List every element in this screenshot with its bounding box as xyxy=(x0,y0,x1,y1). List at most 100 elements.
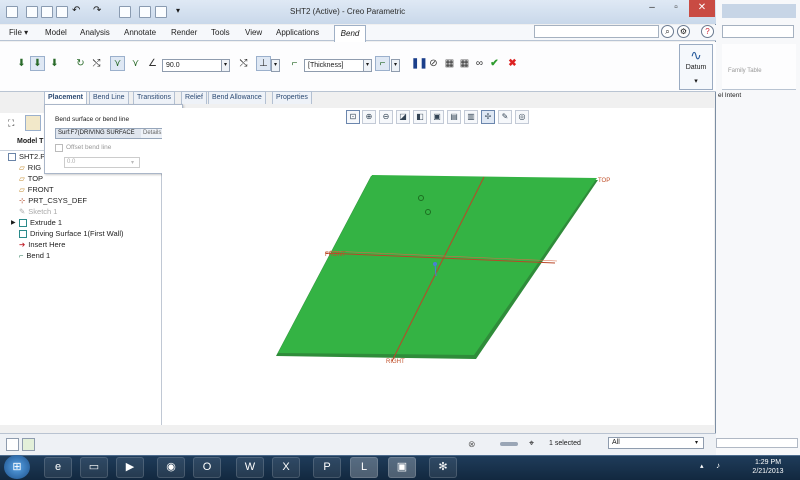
radius-type-icon[interactable]: ⌐ xyxy=(375,56,390,71)
thickness-select[interactable]: [Thickness] xyxy=(304,59,372,72)
tab-analysis[interactable]: Analysis xyxy=(80,28,110,37)
bend-line-icon[interactable]: ⬇ xyxy=(30,56,45,71)
file-menu[interactable]: File ▾ xyxy=(9,28,28,37)
creo-taskbar-icon[interactable]: ▣ xyxy=(388,457,416,478)
ok-check-icon[interactable]: ✔ xyxy=(487,56,502,71)
tab-bend-line[interactable]: Bend Line xyxy=(89,91,129,104)
close-window-icon[interactable] xyxy=(155,6,167,18)
close-button[interactable]: ✕ xyxy=(689,0,715,17)
verify-icon[interactable]: ▦ xyxy=(457,56,472,71)
maximize-button[interactable]: ▫ xyxy=(664,0,688,17)
powerpoint-icon[interactable]: P xyxy=(313,457,341,478)
thickness-dropdown-icon[interactable]: ▾ xyxy=(363,59,372,72)
sheetmetal-plate[interactable] xyxy=(278,175,597,355)
intent-label[interactable]: el Intent xyxy=(718,92,741,99)
search-input[interactable] xyxy=(534,25,659,38)
tab-relief[interactable]: Relief xyxy=(181,91,207,104)
chrome-icon[interactable]: ◉ xyxy=(157,457,185,478)
radius-icon[interactable]: ⊥ xyxy=(256,56,271,71)
tree-item-front-plane[interactable]: ▱ FRONT xyxy=(19,185,54,194)
tree-item-top-plane[interactable]: ▱ TOP xyxy=(19,174,43,183)
excel-icon[interactable]: X xyxy=(272,457,300,478)
lync-icon[interactable]: L xyxy=(350,457,378,478)
radius-type-dropdown-icon[interactable]: ▾ xyxy=(391,59,400,72)
taskbar-clock[interactable]: 1:29 PM 2/21/2013 xyxy=(738,458,798,476)
start-button-icon[interactable]: ⊞ xyxy=(4,455,30,479)
datum-button[interactable]: ∿ Datum ▾ xyxy=(679,44,713,90)
expand-arrow-icon[interactable]: ▶ xyxy=(11,219,16,226)
internet-explorer-icon[interactable]: e xyxy=(44,457,72,478)
browser-toggle-icon[interactable] xyxy=(22,438,35,451)
help-icon[interactable]: ? xyxy=(701,25,714,38)
tab-bend-allowance[interactable]: Bend Allowance xyxy=(208,91,266,104)
windows-icon[interactable] xyxy=(139,6,151,18)
zoom-out-icon[interactable]: ⊖ xyxy=(379,110,393,124)
cancel-x-icon[interactable]: ✖ xyxy=(505,56,520,71)
offset-input[interactable]: 0.0 xyxy=(64,157,140,168)
tab-placement[interactable]: Placement xyxy=(44,91,88,104)
file-explorer-icon[interactable]: ▭ xyxy=(80,457,108,478)
tree-item-driving-surface[interactable]: Driving Surface 1(First Wall) xyxy=(19,229,124,239)
tree-item-right-plane[interactable]: ▱ RIG xyxy=(19,163,41,172)
flip-icon[interactable]: ↻ xyxy=(73,56,88,71)
settings-icon[interactable]: ⚙ xyxy=(677,25,690,38)
tree-item-bend[interactable]: ⌐ Bend 1 xyxy=(19,251,50,260)
view-manager-icon[interactable]: ▤ xyxy=(447,110,461,124)
tab-properties[interactable]: Properties xyxy=(272,91,312,104)
tree-item-extrude[interactable]: Extrude 1 xyxy=(19,218,62,228)
swap-side-icon[interactable]: ⤭ xyxy=(89,56,104,71)
customize-toolbar-chevron-icon[interactable]: ▾ xyxy=(176,6,180,15)
open-file-icon[interactable] xyxy=(41,6,53,18)
tab-annotate[interactable]: Annotate xyxy=(124,28,156,37)
filter-dropdown-icon[interactable]: ▾ xyxy=(695,439,698,446)
angle-input[interactable]: 90.0 xyxy=(162,59,222,72)
saved-views-icon[interactable]: ▣ xyxy=(430,110,444,124)
navigator-toggle-icon[interactable] xyxy=(6,438,19,451)
outlook-icon[interactable]: O xyxy=(193,457,221,478)
spin-center-icon[interactable]: ✢ xyxy=(481,110,495,124)
creo-app-icon[interactable] xyxy=(6,6,18,18)
model-viewport[interactable]: TOP FRONT RIGHT xyxy=(162,126,714,426)
new-file-icon[interactable] xyxy=(26,6,38,18)
redo-icon[interactable]: ↷ xyxy=(93,5,101,16)
model-tree-icon[interactable]: ⛶ xyxy=(8,118,14,129)
undo-icon[interactable]: ↶ xyxy=(72,5,80,16)
tab-render[interactable]: Render xyxy=(171,28,197,37)
media-player-icon[interactable]: ▶ xyxy=(116,457,144,478)
find-icon[interactable]: ⌖ xyxy=(529,438,534,449)
bend-outside-icon[interactable]: ⋎ xyxy=(128,56,143,71)
offset-checkbox[interactable] xyxy=(55,144,63,152)
bend-inside-icon[interactable]: ⋎ xyxy=(110,56,125,71)
angle-dropdown-icon[interactable]: ▾ xyxy=(221,59,230,72)
repaint-icon[interactable]: ◪ xyxy=(396,110,410,124)
tab-transitions[interactable]: Transitions xyxy=(133,91,175,104)
volume-icon[interactable]: ♪ xyxy=(716,461,720,470)
show-hidden-icons[interactable]: ▴ xyxy=(700,462,704,470)
tab-bend[interactable]: Bend xyxy=(334,25,366,42)
selection-filter-select[interactable]: All xyxy=(608,437,704,449)
no-preview-icon[interactable]: ⊘ xyxy=(426,56,441,71)
minimize-button[interactable]: ‒ xyxy=(640,0,664,17)
tab-applications[interactable]: Applications xyxy=(276,28,319,37)
datum-display-icon[interactable]: ▥ xyxy=(464,110,478,124)
offset-dropdown-icon[interactable]: ▾ xyxy=(131,159,134,166)
family-table-label[interactable]: Family Table xyxy=(728,68,762,75)
word-icon[interactable]: W xyxy=(236,457,264,478)
display-style-icon[interactable]: ◧ xyxy=(413,110,427,124)
tab-tools[interactable]: Tools xyxy=(211,28,230,37)
save-icon[interactable] xyxy=(56,6,68,18)
preview-icon[interactable]: ▦ xyxy=(442,56,457,71)
tab-view[interactable]: View xyxy=(245,28,262,37)
radius-dropdown-icon[interactable]: ▾ xyxy=(271,59,280,72)
bend-edge-icon[interactable]: ⬇ xyxy=(47,56,62,71)
selection-count[interactable]: 1 selected xyxy=(549,440,581,447)
bend-type-icon[interactable]: ⬇ xyxy=(14,56,29,71)
annotation-orientation-icon[interactable]: ◎ xyxy=(515,110,529,124)
tree-item-part[interactable]: SHT2.P xyxy=(8,152,45,162)
glasses-icon[interactable]: ∞ xyxy=(472,56,487,71)
pause-icon[interactable]: ❚❚ xyxy=(410,56,428,71)
annotation-display-icon[interactable]: ✎ xyxy=(498,110,512,124)
tab-model[interactable]: Model xyxy=(45,28,67,37)
background-input[interactable] xyxy=(716,438,798,448)
tree-item-sketch[interactable]: ✎ Sketch 1 xyxy=(19,207,57,216)
